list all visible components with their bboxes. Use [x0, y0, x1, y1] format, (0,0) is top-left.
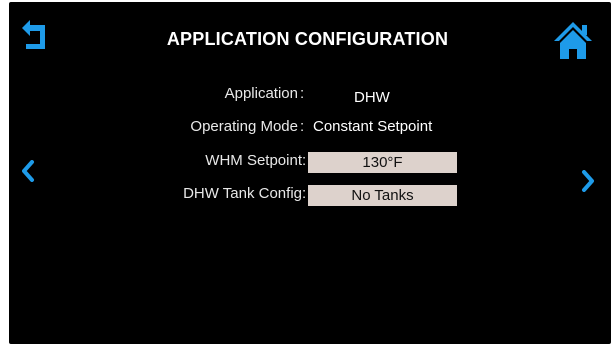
application-label: Application	[224, 85, 298, 102]
home-icon	[554, 22, 592, 59]
device-screen	[9, 2, 611, 344]
chevron-left-icon	[22, 160, 34, 182]
home-button[interactable]	[552, 20, 594, 60]
application-separator: :	[300, 85, 305, 102]
dhw-tank-config-label: DHW Tank Config	[183, 185, 302, 202]
previous-page-button[interactable]	[20, 160, 36, 182]
page-title: APPLICATION CONFIGURATION	[166, 29, 449, 49]
operating-mode-label: Operating Mode	[190, 118, 298, 135]
whm-setpoint-field[interactable]: 130°F	[308, 152, 457, 173]
dhw-tank-config-field[interactable]: No Tanks	[308, 185, 457, 206]
application-value: DHW	[354, 89, 390, 106]
next-page-button[interactable]	[580, 170, 596, 192]
operating-mode-separator: :	[300, 118, 305, 135]
chevron-right-icon	[582, 170, 594, 192]
dhw-tank-config-separator: :	[302, 185, 307, 202]
whm-setpoint-separator: :	[302, 152, 307, 169]
operating-mode-value: Constant Setpoint	[313, 118, 433, 135]
whm-setpoint-label: WHM Setpoint	[205, 152, 302, 169]
